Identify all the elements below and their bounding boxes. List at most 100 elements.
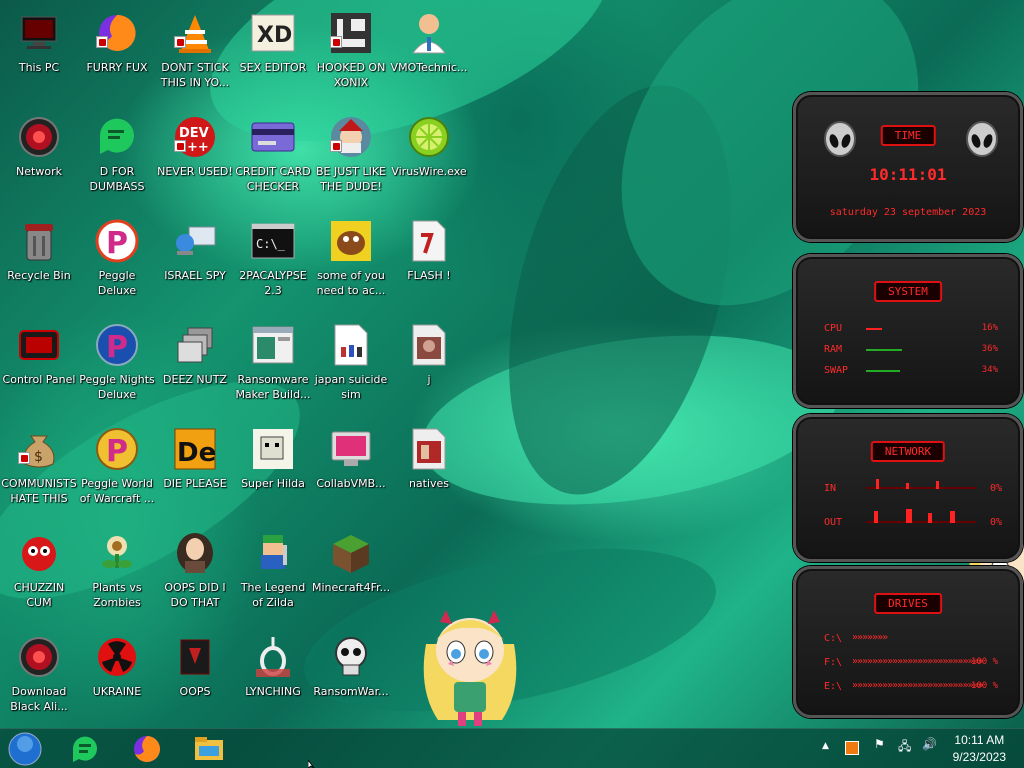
taskbar-date: 9/23/2023	[952, 750, 1006, 764]
desktop-icon-download-black-alien[interactable]: Download Black Ali...	[0, 628, 78, 728]
desktop-icon-legend-of-zilda[interactable]: The Legend of Zilda	[234, 524, 312, 624]
desktop-icon-lynching[interactable]: LYNCHING	[234, 628, 312, 728]
alien-head-icon	[964, 121, 1000, 161]
action-center-flag-icon[interactable]: ⚑	[874, 737, 885, 751]
tray-overflow-chevron[interactable]: ▲	[822, 741, 829, 751]
desktop-icon-d-for-dumbass[interactable]: D FOR DUMBASS	[78, 108, 156, 208]
start-button[interactable]	[8, 732, 42, 766]
desktop-icon-super-hilda[interactable]: Super Hilda	[234, 420, 312, 520]
desktop-icon-israel-spy[interactable]: ISRAEL SPY	[156, 212, 234, 312]
alien-globe-icon	[16, 634, 62, 680]
taskbar: ▲ ⚑ 🖧 🔊 10:11 AM 9/23/2023	[0, 728, 1024, 768]
desktop-icon-vm0-technician[interactable]: VMOTechnic...	[390, 4, 468, 104]
chuzzle-icon	[16, 530, 62, 576]
desktop-icon-peggle-wow[interactable]: P Peggle World of Warcraft ...	[78, 420, 156, 520]
monitor-pink-icon	[328, 426, 374, 472]
desktop-icon-control-panel[interactable]: Control Panel	[0, 316, 78, 416]
desktop-icon-natives[interactable]: natives	[390, 420, 468, 520]
network-tray-icon[interactable]: 🖧	[898, 737, 911, 758]
desktop-icon-plants-vs-zombies[interactable]: Plants vs Zombies	[78, 524, 156, 624]
system-cpu-bar	[866, 328, 882, 330]
network-out-graph	[866, 509, 976, 523]
vlc-cone-icon	[172, 10, 218, 56]
taskbar-chat-app[interactable]	[68, 732, 102, 766]
time-widget[interactable]: TIME 10:11:01 saturday 23 september 2023	[793, 92, 1023, 242]
flash-file-icon	[406, 218, 452, 264]
desktop-icon-flash[interactable]: FLASH !	[390, 212, 468, 312]
sunflower-icon	[94, 530, 140, 576]
window-app-icon	[250, 322, 296, 368]
dark-app-icon	[172, 634, 218, 680]
system-cpu-value: 16%	[981, 323, 998, 333]
desktop-icon-ransomware[interactable]: RansomWar...	[312, 628, 390, 728]
taskbar-firefox[interactable]	[130, 732, 164, 766]
network-in-label: IN	[824, 483, 837, 494]
desktop-icon-credit-card-checker[interactable]: CREDIT CARD CHECKER	[234, 108, 312, 208]
drive-e-label: E:\	[824, 681, 843, 692]
network-out-label: OUT	[824, 517, 843, 528]
desktop-icon-2pacalypse[interactable]: C:\_ 2PACALYPSE 2.3	[234, 212, 312, 312]
svg-text:P: P	[106, 330, 128, 365]
desktop-icon-hooked-on-xonix[interactable]: HOOKED ON XONIX	[312, 4, 390, 104]
desktop-icon-network[interactable]: Network	[0, 108, 78, 208]
system-swap-label: SWAP	[824, 365, 849, 376]
credit-card-icon	[250, 114, 296, 160]
alien-head-icon	[822, 121, 858, 161]
drive-f-label: F:\	[824, 657, 843, 668]
desktop-icon-communists[interactable]: $ COMMUNISTS HATE THIS G...	[0, 420, 78, 520]
time-widget-title: TIME	[880, 125, 936, 146]
pixel-hero-icon	[250, 530, 296, 576]
file-explorer-icon	[195, 737, 223, 760]
network-in-graph	[866, 479, 976, 489]
desktop-icon-peggle-nights[interactable]: P Peggle Nights Deluxe	[78, 316, 156, 416]
desktop-icon-ukraine[interactable]: UKRAINE	[78, 628, 156, 728]
desktop-icon-ransomware-maker[interactable]: Ransomware Maker Build...	[234, 316, 312, 416]
drives-widget[interactable]: DRIVES C:\ »»»»»»» F:\ »»»»»»»»»»»»»»»»»…	[793, 566, 1023, 718]
svg-text:P: P	[106, 226, 128, 261]
taskbar-clock[interactable]: 10:11 AM 9/23/2023	[953, 732, 1006, 766]
svg-text:XD: XD	[257, 23, 292, 48]
desktop-icon-dont-stick[interactable]: DONT STICK THIS IN YO...	[156, 4, 234, 104]
desktop-icon-chuzzin[interactable]: CHUZZIN CUM	[0, 524, 78, 624]
svg-text:$: $	[34, 449, 43, 465]
volume-tray-icon[interactable]: 🔊	[922, 737, 937, 751]
desktop-icon-die-please[interactable]: De DIE PLEASE	[156, 420, 234, 520]
drives-widget-title: DRIVES	[874, 593, 942, 614]
network-widget[interactable]: NETWORK IN 0% OUT 0%	[793, 414, 1023, 562]
desktop-icon-some-of-you[interactable]: some of you need to ac...	[312, 212, 390, 312]
desktop-icon-sex-editor[interactable]: XD SEX EDITOR	[234, 4, 312, 104]
svg-text:++: ++	[187, 140, 209, 155]
shortcut-arrow-icon	[174, 36, 186, 48]
desktop-icon-never-used[interactable]: DEV ++ NEVER USED!	[156, 108, 234, 208]
desktop-icon-this-pc[interactable]: This PC	[0, 4, 78, 104]
desktop-icon-japan-suicide-sim[interactable]: japan suicide sim	[312, 316, 390, 416]
xd-editor-icon: XD	[250, 10, 296, 56]
star-butterfly-mascot[interactable]	[418, 600, 522, 728]
firefox-icon	[134, 736, 160, 762]
money-bag-icon: $	[16, 426, 62, 472]
system-swap-bar	[866, 370, 900, 372]
system-ram-bar	[866, 349, 902, 351]
desktop-icon-collabvm[interactable]: CollabVMB...	[312, 420, 390, 520]
desktop-icon-peggle-deluxe[interactable]: P Peggle Deluxe	[78, 212, 156, 312]
desktop-icon-deez-nutz[interactable]: DEEZ NUTZ	[156, 316, 234, 416]
tray-app-icon[interactable]	[845, 741, 859, 755]
doctor-icon	[406, 10, 452, 56]
shortcut-arrow-icon	[330, 36, 342, 48]
desktop-icon-be-just-like-the-dude[interactable]: BE JUST LIKE THE DUDE!	[312, 108, 390, 208]
desktop-icon-oops-did-i[interactable]: OOPS DID I DO THAT	[156, 524, 234, 624]
system-widget[interactable]: SYSTEM CPU 16% RAM 36% SWAP 34%	[793, 254, 1023, 408]
desktop-icon-viruswire[interactable]: VirusWire.exe	[390, 108, 468, 208]
radiation-icon	[94, 634, 140, 680]
start-orb-icon	[8, 732, 42, 766]
network-in-value: 0%	[989, 483, 1002, 494]
desktop-icon-furry-fux[interactable]: FURRY FUX	[78, 4, 156, 104]
document-file-icon	[328, 322, 374, 368]
desktop-icon-minecraft[interactable]: Minecraft4Fr...	[312, 524, 390, 624]
desktop-icon-recycle-bin[interactable]: Recycle Bin	[0, 212, 78, 312]
control-panel-icon	[16, 322, 62, 368]
desktop-icon-oops[interactable]: OOPS	[156, 628, 234, 728]
desktop-icon-j[interactable]: j	[390, 316, 468, 416]
pixel-dog-icon	[250, 426, 296, 472]
taskbar-file-explorer[interactable]	[192, 732, 226, 766]
